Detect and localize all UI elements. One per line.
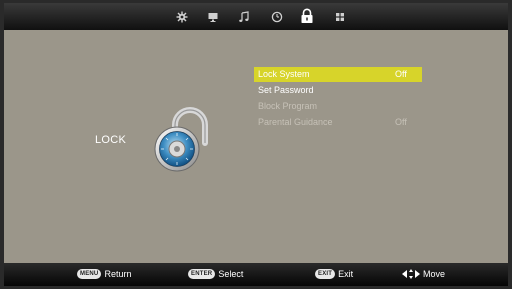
lock-settings-panel: LOCK Lock System Off Set Password Block … xyxy=(4,30,508,263)
grid-icon[interactable] xyxy=(331,8,349,26)
music-note-icon[interactable] xyxy=(235,8,253,26)
exit-key: EXIT xyxy=(315,269,336,279)
hint-label: Move xyxy=(423,269,446,279)
hint-label: Select xyxy=(218,269,244,279)
hint-label: Return xyxy=(104,269,132,279)
clock-icon[interactable] xyxy=(268,8,286,26)
hint-exit[interactable]: EXIT Exit xyxy=(315,269,353,279)
menu-item-value: Off xyxy=(395,69,407,79)
hint-return[interactable]: MENU Return xyxy=(77,269,131,279)
panel-title: LOCK xyxy=(95,134,127,146)
help-bar: MENU Return ENTER Select EXIT Exit Move xyxy=(4,263,508,286)
menu-item-parental-guidance: Parental Guidance Off xyxy=(254,115,422,130)
lock-menu: Lock System Off Set Password Block Progr… xyxy=(254,67,422,131)
menu-item-block-program: Block Program xyxy=(254,99,422,114)
screen-icon[interactable] xyxy=(204,8,222,26)
menu-item-label: Lock System xyxy=(258,69,310,79)
arrow-keys-icon xyxy=(402,269,420,279)
hint-label: Exit xyxy=(338,269,354,279)
hint-move[interactable]: Move xyxy=(402,269,445,279)
picture-icon[interactable] xyxy=(173,8,191,26)
padlock-icon xyxy=(154,107,208,172)
menu-item-lock-system[interactable]: Lock System Off xyxy=(254,67,422,82)
menu-item-label: Parental Guidance xyxy=(258,117,333,127)
tv-screen: LOCK Lock System Off Set Password Block … xyxy=(4,3,508,286)
enter-key: ENTER xyxy=(188,269,216,279)
menu-item-label: Block Program xyxy=(258,101,318,111)
menu-key: MENU xyxy=(77,269,102,279)
menu-tab-bar xyxy=(4,3,508,30)
hint-select[interactable]: ENTER Select xyxy=(188,269,243,279)
menu-item-value: Off xyxy=(395,117,407,127)
menu-item-set-password[interactable]: Set Password xyxy=(254,83,422,98)
lock-icon[interactable] xyxy=(294,3,320,28)
menu-item-label: Set Password xyxy=(258,85,314,95)
